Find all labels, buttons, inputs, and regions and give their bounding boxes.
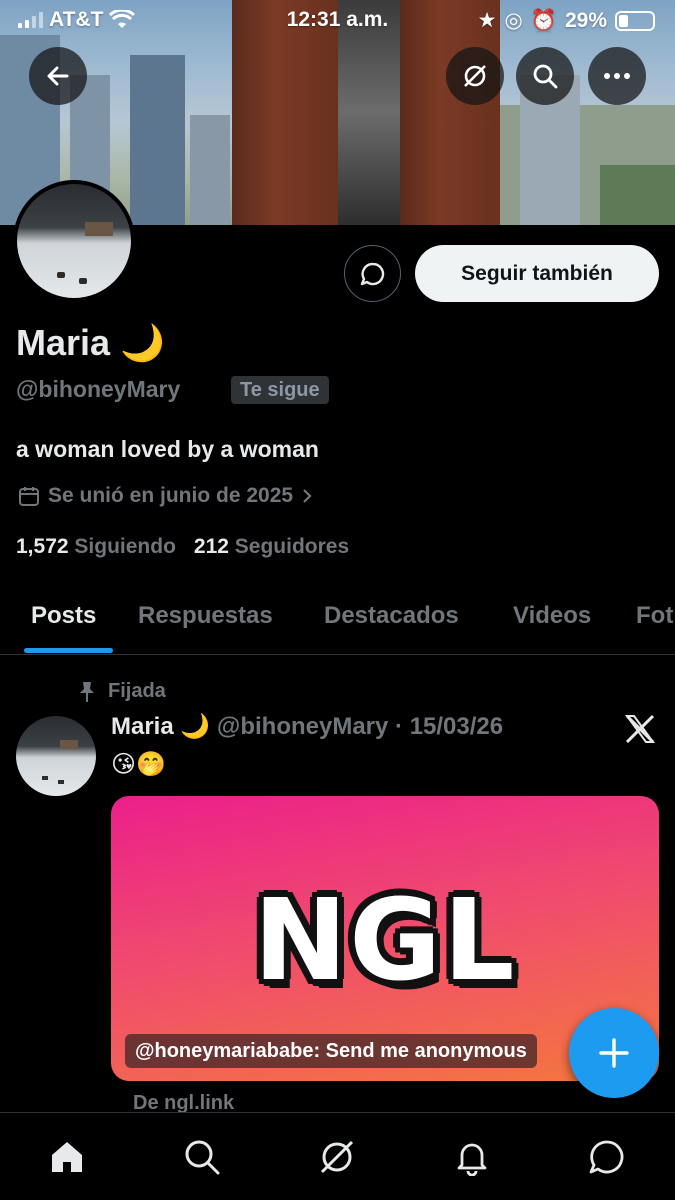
nav-notifications[interactable] xyxy=(450,1135,494,1179)
back-arrow-icon xyxy=(47,66,69,86)
more-button[interactable] xyxy=(588,47,646,105)
profile-bio: a woman loved by a woman xyxy=(16,436,319,462)
post-author-name[interactable]: Maria 🌙 xyxy=(111,713,210,740)
profile-tabs: Posts Respuestas Destacados Videos Fot xyxy=(0,588,675,655)
post-date: · 15/03/26 xyxy=(395,713,504,740)
search-icon xyxy=(533,64,558,89)
pin-icon xyxy=(80,681,94,702)
followers-link[interactable]: 212 Seguidores xyxy=(194,535,349,559)
chat-icon xyxy=(589,1140,624,1174)
compose-button[interactable] xyxy=(569,1008,659,1098)
joined-date[interactable]: Se unió en junio de 2025 xyxy=(18,484,313,508)
profile-handle: @bihoneyMary xyxy=(16,376,181,402)
back-button[interactable] xyxy=(29,47,87,105)
status-bar: AT&T 12:31 a.m. ★ ◎ ⏰ 29% xyxy=(0,0,675,40)
battery-percent: 29% xyxy=(564,8,607,32)
x-logo-icon xyxy=(625,714,655,744)
following-link[interactable]: 1,572 Siguiendo xyxy=(16,535,176,559)
more-icon xyxy=(604,73,630,79)
follows-you-badge: Te sigue xyxy=(231,376,329,404)
post-author-handle[interactable]: @bihoneyMary xyxy=(217,713,388,740)
grok-icon xyxy=(320,1140,354,1174)
tab-photos[interactable]: Fot xyxy=(636,602,673,630)
nav-grok[interactable] xyxy=(315,1135,359,1179)
follow-button[interactable]: Seguir también xyxy=(415,245,659,302)
follow-stats: 1,572 Siguiendo 212 Seguidores xyxy=(16,535,349,559)
plus-icon xyxy=(599,1038,629,1068)
tab-highlights[interactable]: Destacados xyxy=(324,602,459,630)
ngl-logo: NGL xyxy=(253,876,517,1006)
home-icon xyxy=(52,1142,82,1172)
lock-rotation-icon: ◎ xyxy=(504,9,523,32)
search-icon xyxy=(185,1140,220,1175)
nav-search[interactable] xyxy=(180,1135,224,1179)
post-header: Maria 🌙 @bihoneyMary · 15/03/26 xyxy=(111,712,503,741)
post-avatar[interactable] xyxy=(16,716,96,796)
calendar-icon xyxy=(19,487,39,506)
active-tab-indicator xyxy=(24,648,113,653)
search-button[interactable] xyxy=(516,47,574,105)
card-caption: @honeymariababe: Send me anonymous xyxy=(125,1034,537,1068)
nav-messages[interactable] xyxy=(585,1135,629,1179)
post-text: 😘🤭 xyxy=(111,751,166,778)
tab-replies[interactable]: Respuestas xyxy=(138,602,273,630)
grok-button[interactable] xyxy=(446,47,504,105)
tab-videos[interactable]: Videos xyxy=(513,602,591,630)
following-count: 1,572 xyxy=(16,535,69,558)
battery-icon xyxy=(615,10,655,31)
tab-posts[interactable]: Posts xyxy=(31,602,96,630)
followers-label: Seguidores xyxy=(234,535,350,558)
following-label: Siguiendo xyxy=(74,535,176,558)
nav-home[interactable] xyxy=(45,1135,89,1179)
message-button[interactable] xyxy=(344,245,401,302)
bottom-nav xyxy=(0,1112,675,1200)
followers-count: 212 xyxy=(193,535,229,558)
profile-avatar[interactable] xyxy=(13,180,135,302)
profile-name: Maria 🌙 xyxy=(16,322,165,363)
message-icon xyxy=(360,262,384,285)
chevron-right-icon xyxy=(303,489,312,503)
joined-text: Se unió en junio de 2025 xyxy=(48,484,294,507)
pinned-text: Fijada xyxy=(108,680,166,702)
grok-icon xyxy=(464,65,486,87)
alarm-icon: ⏰ xyxy=(530,8,557,32)
location-icon: ★ xyxy=(477,9,497,32)
pinned-label: Fijada xyxy=(78,680,166,703)
bell-icon xyxy=(457,1143,487,1176)
